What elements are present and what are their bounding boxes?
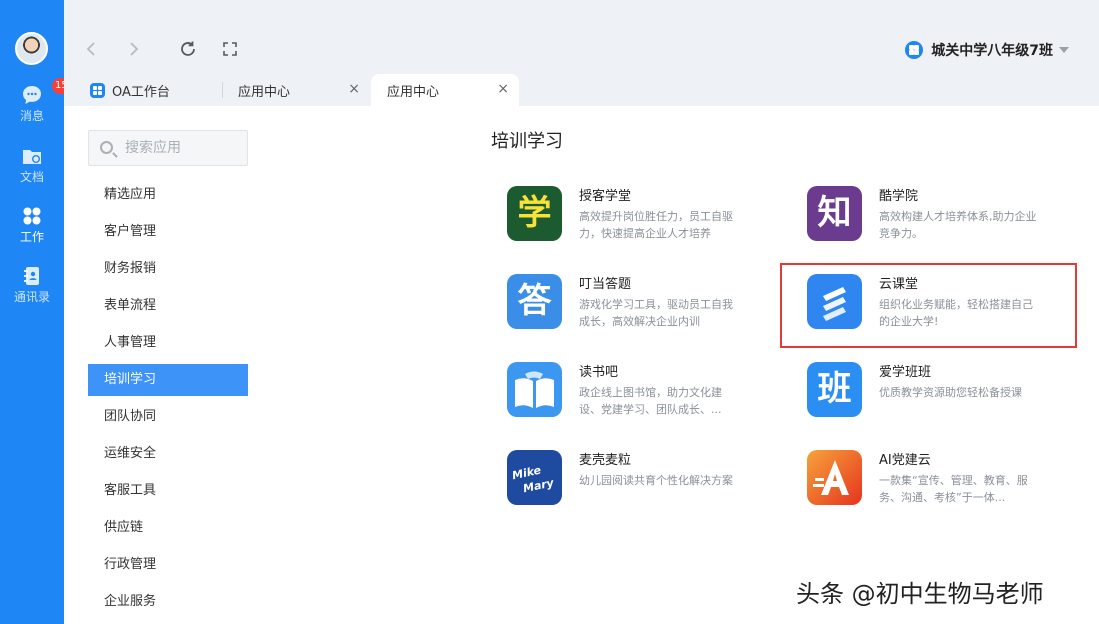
category-ops-security[interactable]: 运维安全 [88, 438, 248, 470]
watermark: 头条 @初中生物马老师 [796, 580, 1044, 608]
chevron-down-icon [1059, 47, 1069, 53]
app-name: 授客学堂 [579, 189, 632, 204]
tab-divider [222, 82, 223, 98]
category-crm[interactable]: 客户管理 [88, 216, 248, 248]
rail-item-messages[interactable]: 15 消息 [0, 78, 71, 123]
tab-label: 应用中心 [387, 84, 440, 100]
app-description: 一款集“宣传、管理、教育、服务、沟通、考核”于一体... [879, 474, 1028, 504]
app-card[interactable]: 答 叮当答题 游戏化学习工具，驱动员工自我成长，高效解决企业内训 [507, 274, 777, 344]
category-admin[interactable]: 行政管理 [88, 549, 248, 581]
app-logo-icon: 学 [507, 186, 562, 241]
app-description: 高效提升岗位胜任力，员工自驱力，快速提高企业人才培养 [579, 210, 733, 240]
org-switcher[interactable]: 城关中学八年级7班 [905, 40, 1069, 60]
category-finance[interactable]: 财务报销 [88, 253, 248, 285]
search-icon [100, 141, 113, 154]
app-card[interactable]: 学 授客学堂 高效提升岗位胜任力，员工自驱力，快速提高企业人才培养 [507, 186, 777, 256]
app-card[interactable]: Mike Mary 麦壳麦粒 幼儿园阅读共育个性化解决方案 [507, 450, 777, 520]
app-logo-icon: 班 [807, 362, 862, 417]
org-name: 城关中学八年级7班 [931, 43, 1053, 59]
highlight-box [780, 263, 1077, 348]
rail-item-label: 工作 [19, 230, 44, 244]
app-name: 读书吧 [579, 365, 619, 380]
tab-label: 应用中心 [238, 84, 291, 100]
forward-icon[interactable] [122, 38, 144, 60]
rail-item-contacts[interactable]: 通讯录 [0, 265, 64, 304]
section-title: 培训学习 [491, 131, 563, 152]
open-book-icon [507, 362, 562, 417]
grid-apps-icon [21, 205, 43, 227]
rail-item-label: 消息 [19, 109, 44, 123]
app-card[interactable]: 知 酷学院 高效构建人才培养体系,助力企业竞争力。 [807, 186, 1077, 256]
rail-item-label: 文档 [19, 170, 44, 184]
avatar[interactable] [15, 32, 48, 65]
close-icon[interactable]: × [348, 82, 360, 96]
tab-app-center-2[interactable]: 应用中心 × [371, 74, 519, 106]
app-logo-icon: 答 [507, 274, 562, 329]
app-name: AI党建云 [879, 453, 931, 468]
chat-bubble-icon: 15 [21, 78, 71, 106]
tab-label: OA工作台 [112, 84, 170, 100]
app-card[interactable]: 班 爱学班班 优质教学资源助您轻松备授课 [807, 362, 1077, 432]
category-collaboration[interactable]: 团队协同 [88, 401, 248, 433]
app-description: 游戏化学习工具，驱动员工自我成长，高效解决企业内训 [579, 298, 733, 328]
app-logo-icon: 知 [807, 186, 862, 241]
category-customer-service[interactable]: 客服工具 [88, 475, 248, 507]
app-name: 爱学班班 [879, 365, 932, 380]
category-supply-chain[interactable]: 供应链 [88, 512, 248, 544]
contacts-book-icon [21, 265, 43, 287]
org-logo-icon [905, 41, 924, 59]
rail-item-label: 通讯录 [13, 290, 50, 304]
tab-app-center-1[interactable]: 应用中心 × [238, 74, 370, 106]
tab-oa-workbench[interactable]: OA工作台 [90, 74, 220, 106]
oa-app-icon [90, 82, 105, 98]
app-description: 幼儿园阅读共育个性化解决方案 [579, 474, 733, 487]
left-rail: 15 消息 文档 工作 通讯录 [0, 0, 71, 624]
app-description: 政企线上图书馆，助力文化建设、党建学习、团队成长、... [579, 386, 722, 416]
search-input[interactable] [125, 137, 243, 159]
rail-item-documents[interactable]: 文档 [0, 145, 64, 184]
app-description: 高效构建人才培养体系,助力企业竞争力。 [879, 210, 1037, 240]
app-name: 麦壳麦粒 [579, 453, 632, 468]
app-description: 优质教学资源助您轻松备授课 [879, 386, 1022, 399]
top-bar: 城关中学八年级7班 OA工作台 应用中心 × 应用中心 × [64, 0, 1099, 106]
app-name: 酷学院 [879, 189, 919, 204]
ai-party-cloud-logo-icon [807, 450, 862, 505]
search-box[interactable] [88, 130, 248, 166]
category-forms[interactable]: 表单流程 [88, 290, 248, 322]
rail-item-work[interactable]: 工作 [0, 205, 64, 244]
category-enterprise-services[interactable]: 企业服务 [88, 586, 248, 618]
refresh-icon[interactable] [177, 38, 199, 60]
app-card[interactable]: 读书吧 政企线上图书馆，助力文化建设、党建学习、团队成长、... [507, 362, 777, 432]
fullscreen-icon[interactable] [219, 38, 241, 60]
close-icon[interactable]: × [497, 82, 509, 96]
mike-mary-logo-icon: Mike Mary [507, 450, 562, 505]
back-icon[interactable] [81, 38, 103, 60]
category-featured[interactable]: 精选应用 [88, 179, 248, 211]
category-hr[interactable]: 人事管理 [88, 327, 248, 359]
app-name: 叮当答题 [579, 277, 632, 292]
app-card[interactable]: AI党建云 一款集“宣传、管理、教育、服务、沟通、考核”于一体... [807, 450, 1077, 520]
folder-icon [21, 145, 43, 167]
category-training[interactable]: 培训学习 [88, 364, 248, 396]
